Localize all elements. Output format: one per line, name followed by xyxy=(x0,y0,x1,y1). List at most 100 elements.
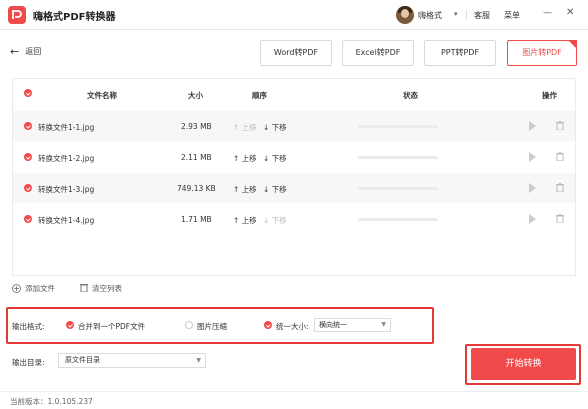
chevron-down-icon: ▼ xyxy=(196,357,201,364)
file-size: 1.71 MB xyxy=(181,215,212,224)
table-row xyxy=(13,204,575,234)
output-dir-label: 输出目录: xyxy=(12,358,45,367)
footer-divider xyxy=(0,391,588,392)
move-down-label: 下移 xyxy=(271,185,287,194)
uniform-size-select[interactable]: 横向统一 ▼ xyxy=(314,318,391,332)
arrow-up-icon: ↑ xyxy=(233,123,242,132)
arrow-up-icon: ↑ xyxy=(233,216,242,225)
move-up-label: 上移 xyxy=(241,123,257,132)
clear-list-button[interactable]: 清空列表 xyxy=(80,283,122,294)
move-up-label: 上移 xyxy=(241,154,257,163)
progress-bar xyxy=(358,218,438,221)
progress-bar xyxy=(358,156,438,159)
move-down-button[interactable]: ↓ 下移 xyxy=(263,122,287,133)
row-checkbox[interactable] xyxy=(24,184,32,192)
close-icon[interactable]: ✕ xyxy=(566,7,574,18)
uniform-size-label: 统一大小: xyxy=(276,322,309,331)
output-format-label: 输出格式: xyxy=(12,322,45,331)
move-down-label: 下移 xyxy=(271,123,287,132)
output-dir-select[interactable]: 原文件目录 ▼ xyxy=(58,353,206,368)
merge-checkbox[interactable] xyxy=(66,321,74,329)
column-header-size: 大小 xyxy=(188,91,203,100)
column-header-status: 状态 xyxy=(403,91,418,100)
back-button[interactable]: ← 返回 xyxy=(10,45,41,58)
add-file-button[interactable]: + 添加文件 xyxy=(12,283,55,294)
arrow-left-icon: ← xyxy=(10,45,20,58)
table-row xyxy=(13,173,575,203)
arrow-down-icon: ↓ xyxy=(263,154,272,163)
app-title: 嗨格式PDF转换器 xyxy=(33,12,116,23)
move-up-button[interactable]: ↑ 上移 xyxy=(233,215,257,226)
trash-icon[interactable] xyxy=(556,183,564,192)
arrow-down-icon: ↓ xyxy=(263,216,272,225)
play-icon[interactable] xyxy=(529,183,536,193)
plus-circle-icon: + xyxy=(12,284,21,293)
active-corner-marker xyxy=(568,40,577,49)
tab-excel-to-pdf[interactable]: Excel转PDF xyxy=(342,40,414,66)
output-dir-value: 原文件目录 xyxy=(65,356,100,364)
back-label: 返回 xyxy=(25,47,42,56)
move-down-button[interactable]: ↓ 下移 xyxy=(263,184,287,195)
user-name[interactable]: 嗨格式 xyxy=(418,10,442,21)
move-down-button[interactable]: ↓ 下移 xyxy=(263,153,287,164)
add-file-label: 添加文件 xyxy=(25,284,55,293)
tab-word-to-pdf[interactable]: Word转PDF xyxy=(260,40,332,66)
file-size: 749.13 KB xyxy=(177,184,216,193)
service-button[interactable]: 客服 xyxy=(474,10,490,21)
column-header-actions: 操作 xyxy=(542,91,557,100)
row-checkbox[interactable] xyxy=(24,215,32,223)
play-icon[interactable] xyxy=(529,152,536,162)
start-convert-button[interactable]: 开始转换 xyxy=(471,348,576,380)
arrow-up-icon: ↑ xyxy=(233,185,242,194)
chevron-down-icon[interactable]: ▾ xyxy=(454,10,458,18)
move-up-button[interactable]: ↑ 上移 xyxy=(233,153,257,164)
move-up-button[interactable]: ↑ 上移 xyxy=(233,184,257,195)
table-row xyxy=(13,142,575,172)
uniform-size-value: 横向统一 xyxy=(319,321,347,329)
tab-image-label: 图片转PDF xyxy=(522,48,562,57)
column-header-order: 顺序 xyxy=(252,91,267,100)
move-down-button[interactable]: ↓ 下移 xyxy=(263,215,287,226)
move-down-label: 下移 xyxy=(271,154,287,163)
arrow-down-icon: ↓ xyxy=(263,185,272,194)
move-up-label: 上移 xyxy=(241,185,257,194)
tab-image-to-pdf[interactable]: 图片转PDF xyxy=(507,40,577,66)
menu-button[interactable]: 菜单 xyxy=(504,10,520,21)
minimize-icon[interactable]: — xyxy=(543,8,552,18)
app-logo-icon xyxy=(8,6,26,24)
tab-ppt-to-pdf[interactable]: PPT转PDF xyxy=(424,40,496,66)
move-up-label: 上移 xyxy=(241,216,257,225)
header-divider xyxy=(466,10,467,20)
version-text: 当前版本：1.0.105.237 xyxy=(10,397,93,406)
trash-icon[interactable] xyxy=(556,214,564,223)
play-icon[interactable] xyxy=(529,214,536,224)
progress-bar xyxy=(358,187,438,190)
select-all-checkbox[interactable] xyxy=(24,89,32,97)
chevron-down-icon: ▼ xyxy=(381,321,386,328)
uniform-size-checkbox[interactable] xyxy=(264,321,272,329)
file-size: 2.11 MB xyxy=(181,153,212,162)
compress-label: 图片压缩 xyxy=(197,322,227,331)
arrow-down-icon: ↓ xyxy=(263,123,272,132)
file-name: 转换文件1-4.jpg xyxy=(38,216,95,225)
compress-checkbox[interactable] xyxy=(185,321,193,329)
move-down-label: 下移 xyxy=(271,216,287,225)
progress-bar xyxy=(358,125,438,128)
file-name: 转换文件1-1.jpg xyxy=(38,123,95,132)
play-icon[interactable] xyxy=(529,121,536,131)
column-header-name: 文件名称 xyxy=(87,91,117,100)
file-name: 转换文件1-3.jpg xyxy=(38,185,95,194)
merge-label: 合并到一个PDF文件 xyxy=(78,322,146,331)
file-name: 转换文件1-2.jpg xyxy=(38,154,95,163)
trash-icon[interactable] xyxy=(556,121,564,130)
arrow-up-icon: ↑ xyxy=(233,154,242,163)
move-up-button[interactable]: ↑ 上移 xyxy=(233,122,257,133)
file-size: 2.93 MB xyxy=(181,122,212,131)
clear-list-label: 清空列表 xyxy=(92,284,122,293)
row-checkbox[interactable] xyxy=(24,122,32,130)
trash-icon[interactable] xyxy=(556,152,564,161)
table-row xyxy=(13,111,575,141)
trash-icon xyxy=(80,284,88,293)
avatar[interactable] xyxy=(396,6,414,24)
row-checkbox[interactable] xyxy=(24,153,32,161)
